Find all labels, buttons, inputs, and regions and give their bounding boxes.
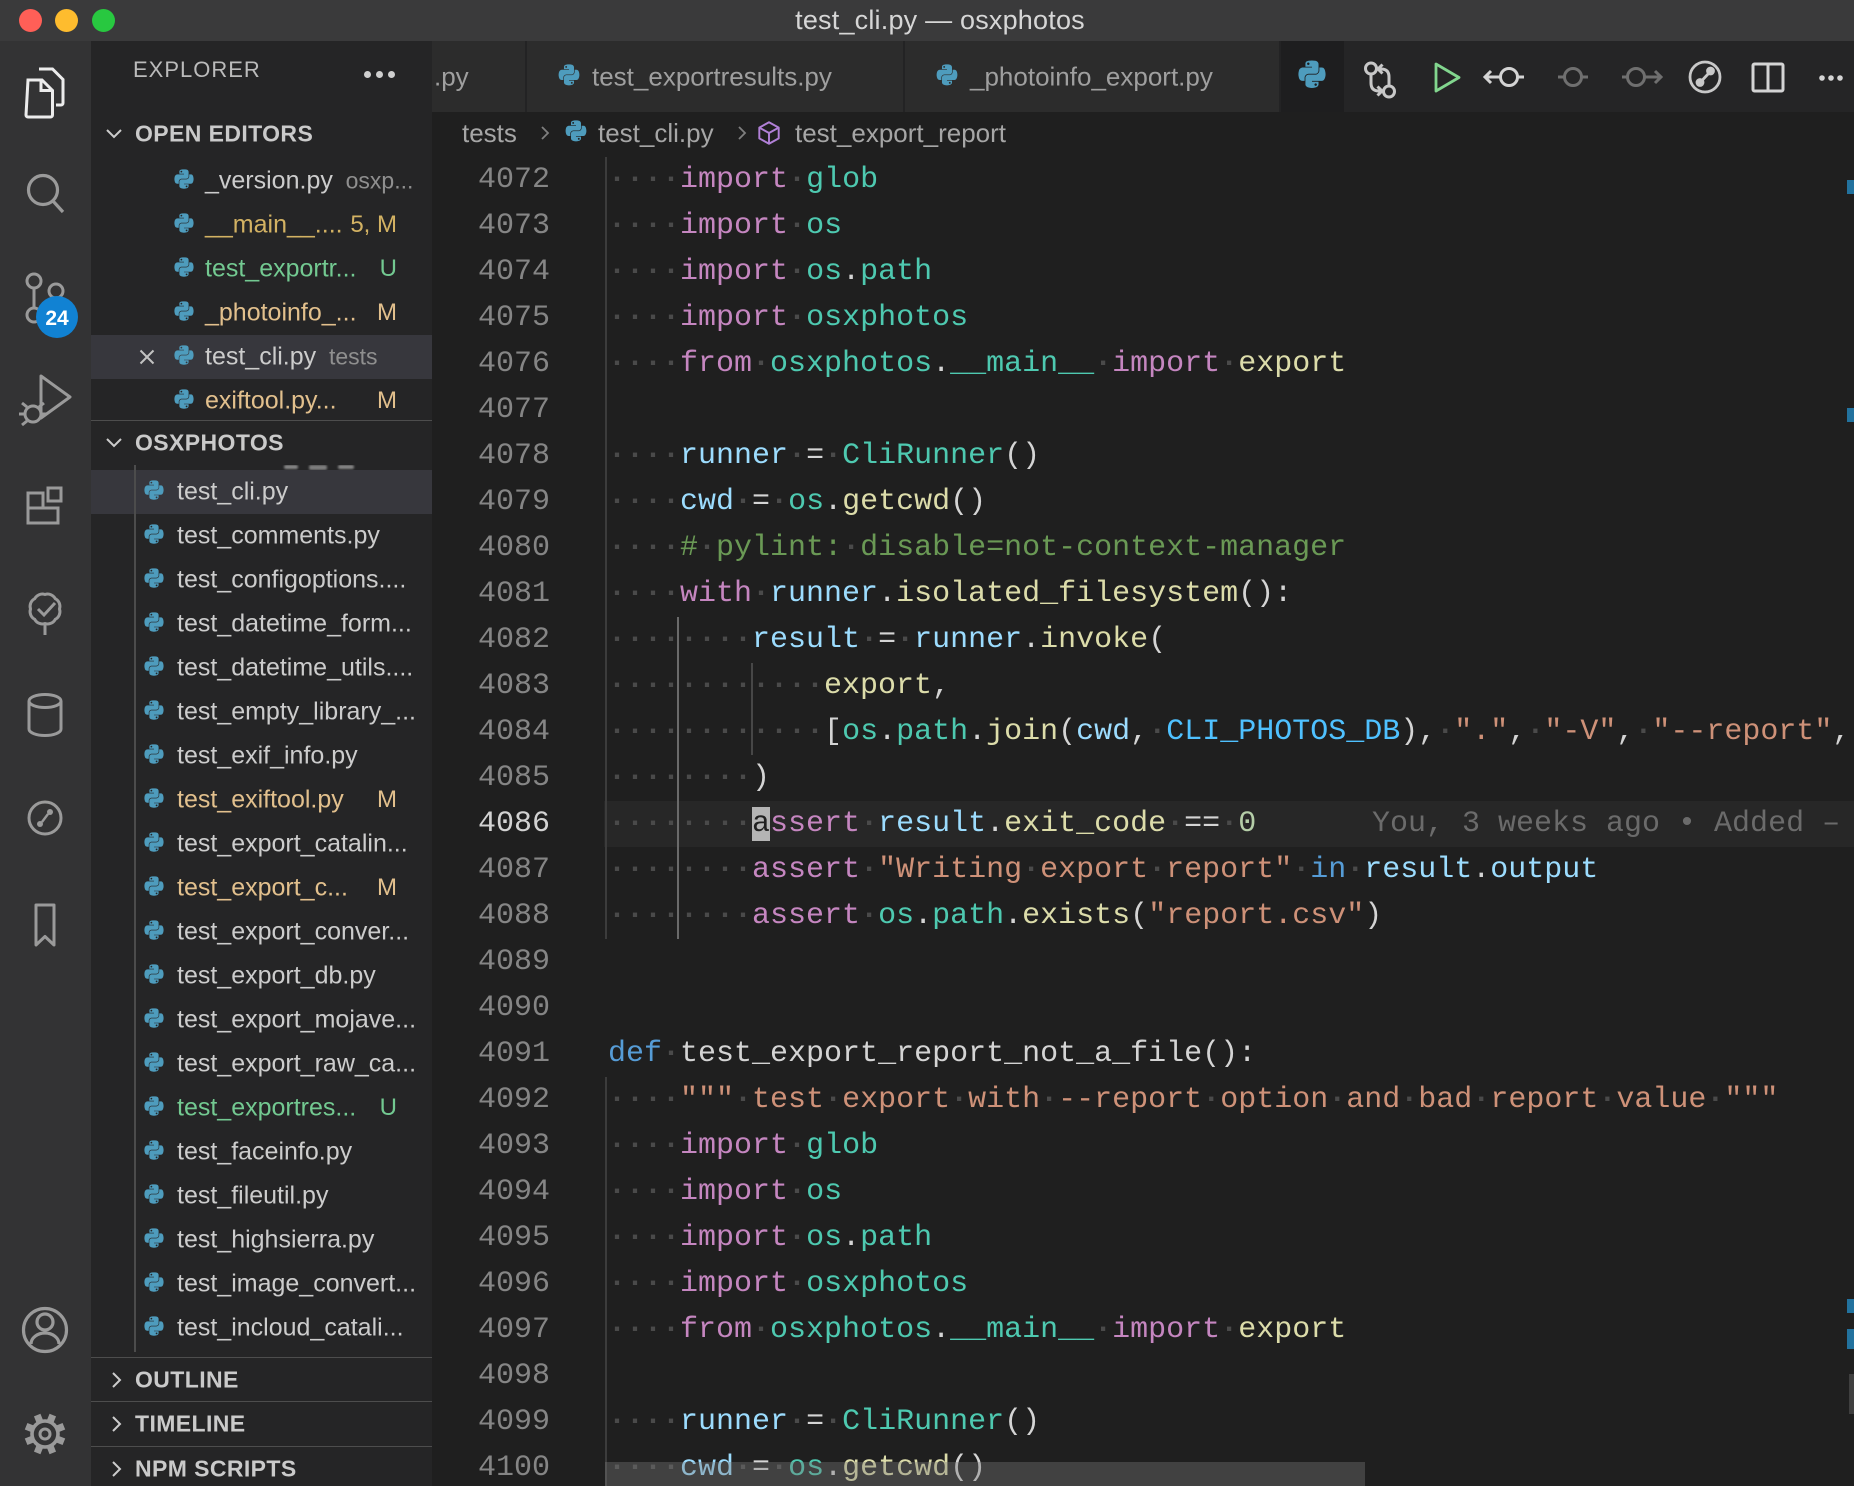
svg-text:24: 24 — [45, 307, 69, 330]
